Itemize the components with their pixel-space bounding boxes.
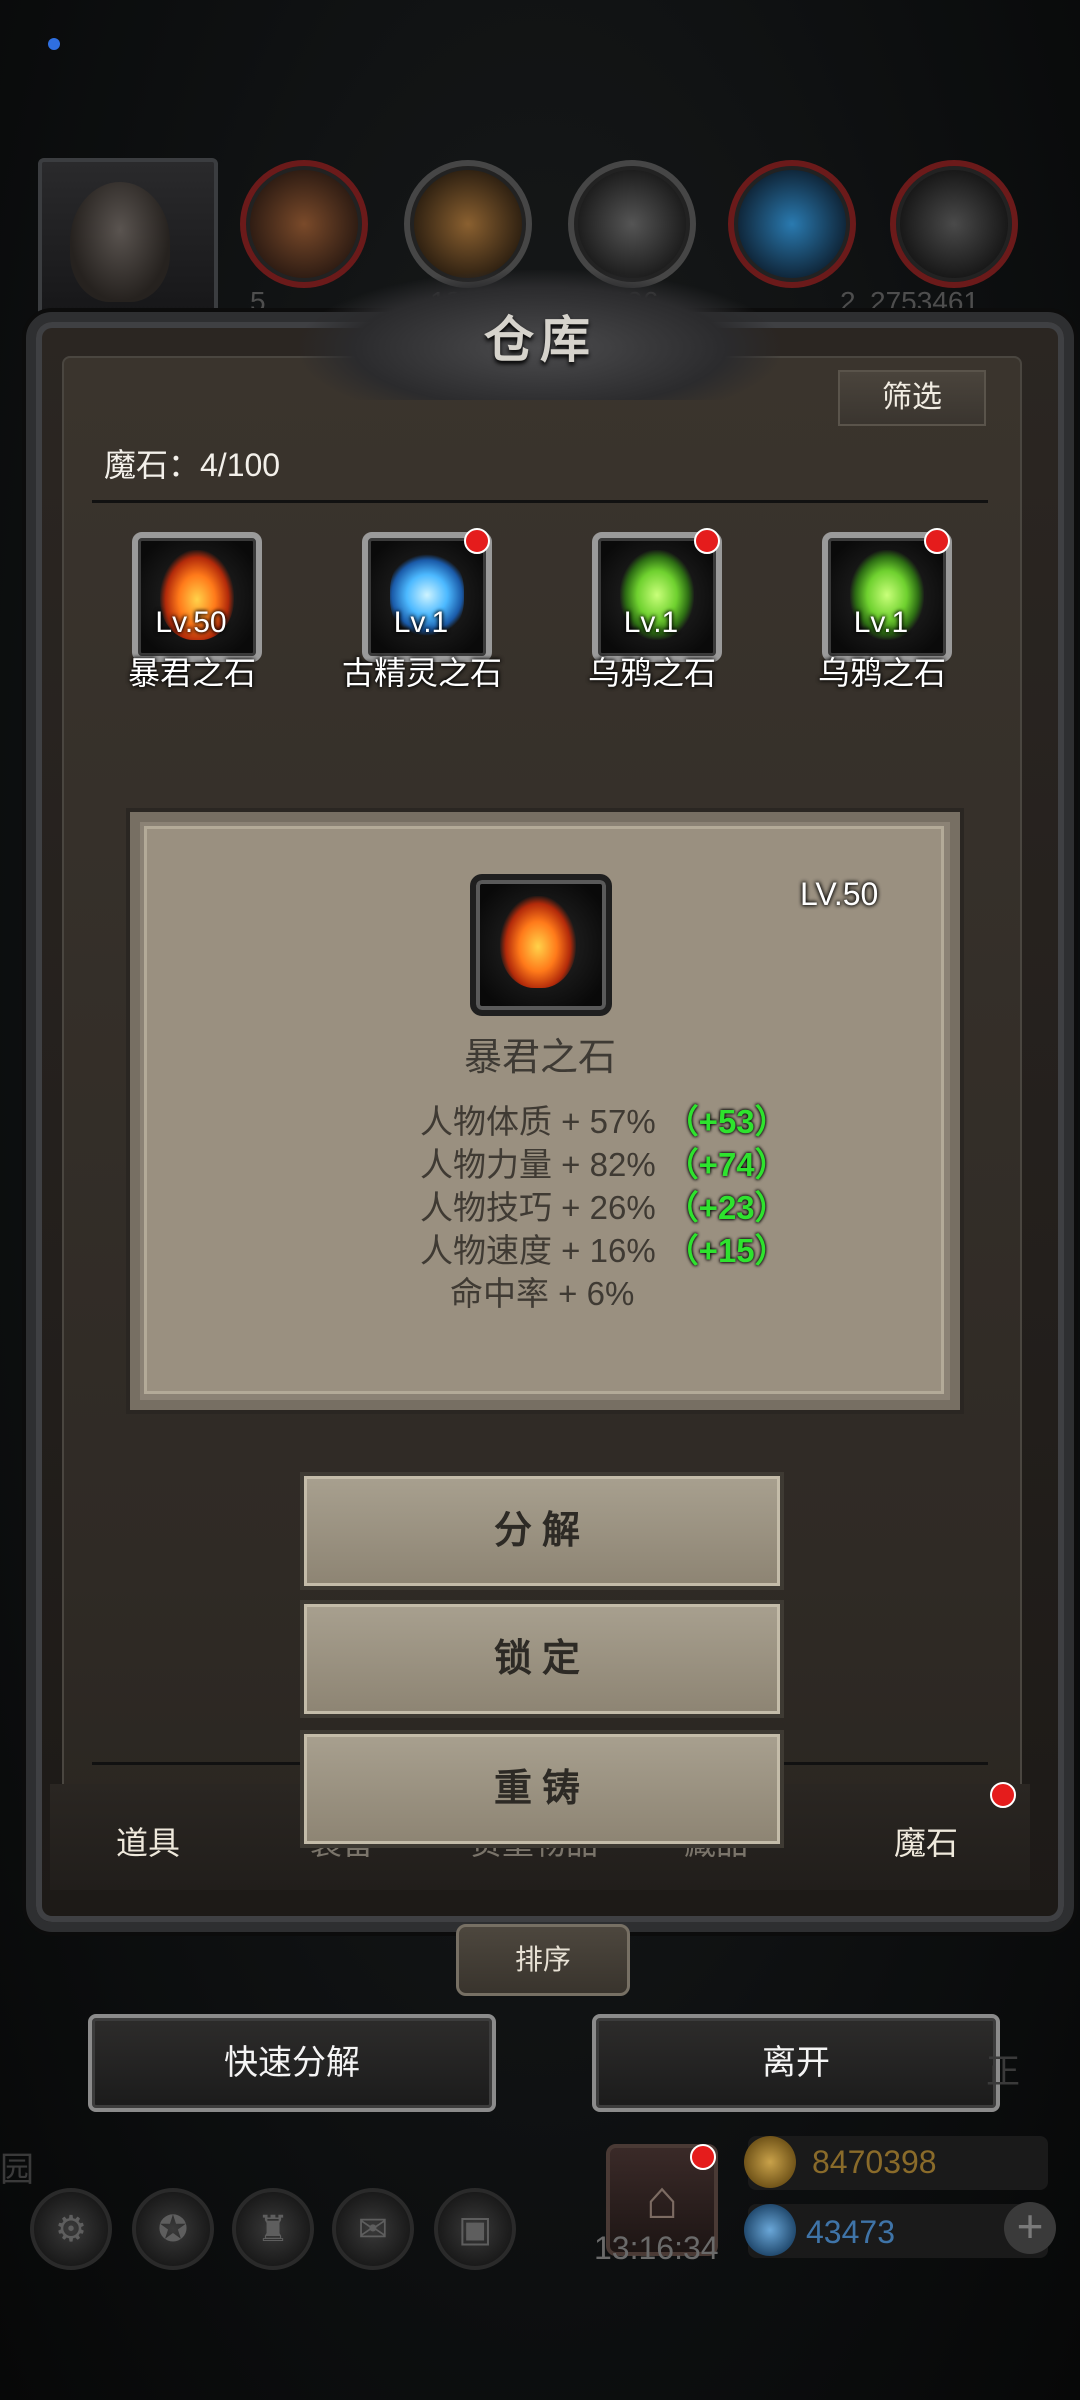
resource-slot-2-icon[interactable]: [404, 160, 532, 288]
item-level: Lv.1: [623, 606, 679, 639]
inventory-item[interactable]: Lv.1 古精灵之石: [322, 528, 502, 691]
new-badge: [464, 528, 490, 554]
quick-decompose-button[interactable]: 快速分解: [88, 2014, 496, 2112]
add-currency-icon[interactable]: +: [1004, 2202, 1056, 2254]
stat-row: 人物技巧 + 26% （+23）: [420, 1186, 788, 1229]
tab-magic-stone[interactable]: 魔石: [894, 1818, 958, 1864]
resource-slot-3-icon[interactable]: [568, 160, 696, 288]
stat-row: 命中率 + 6%: [420, 1272, 788, 1315]
inventory-item[interactable]: Lv.1 乌鸦之石: [782, 528, 952, 691]
mail-icon[interactable]: ✉: [332, 2188, 414, 2270]
item-level: Lv.1: [393, 606, 449, 639]
side-text-left: 园: [0, 2151, 34, 2189]
item-slot: [132, 532, 262, 662]
magic-stone-tab-badge: [990, 1782, 1016, 1808]
stat-bonus: （+23）: [665, 1189, 788, 1226]
stat-list: 人物体质 + 57% （+53） 人物力量 + 82% （+74） 人物技巧 + 2…: [420, 1100, 788, 1315]
decompose-button[interactable]: 分解: [300, 1472, 784, 1590]
stat-text: 人物技巧 + 26%: [420, 1189, 656, 1226]
stat-text: 命中率 + 6%: [450, 1275, 635, 1312]
blue-gem-icon: [744, 2204, 796, 2256]
item-name: 乌鸦之石: [817, 655, 946, 691]
star-badge-icon[interactable]: ✪: [132, 2188, 214, 2270]
status-indicator: [48, 38, 60, 50]
stat-text: 人物力量 + 82%: [420, 1146, 656, 1183]
stat-bonus: （+53）: [665, 1103, 788, 1140]
item-level: Lv.1: [853, 606, 909, 639]
clock: 13:16:34: [594, 2230, 719, 2266]
character-avatar: [70, 182, 170, 302]
gem-amount: 43473: [806, 2214, 895, 2250]
dialog-title: 仓库: [484, 310, 596, 369]
ranking-icon[interactable]: ♜: [232, 2188, 314, 2270]
fire-stone-icon: [500, 896, 576, 988]
stat-bonus: （+74）: [665, 1146, 788, 1183]
item-name: 古精灵之石: [341, 655, 502, 691]
recast-button[interactable]: 重铸: [300, 1730, 784, 1848]
gold-amount: 8470398: [812, 2144, 937, 2180]
settings-gear-icon[interactable]: ⚙: [30, 2188, 112, 2270]
detail-level: LV.50: [800, 876, 879, 912]
gift-badge: [690, 2144, 716, 2170]
box-icon[interactable]: ▣: [434, 2188, 516, 2270]
leave-button[interactable]: 离开: [592, 2014, 1000, 2112]
resource-slot-5-icon[interactable]: [890, 160, 1018, 288]
inventory-item[interactable]: Lv.1 乌鸦之石: [552, 528, 722, 691]
stat-row: 人物体质 + 57% （+53）: [420, 1100, 788, 1143]
new-badge: [924, 528, 950, 554]
stat-bonus: （+15）: [665, 1232, 788, 1269]
resource-slot-4-icon[interactable]: [728, 160, 856, 288]
item-level: Lv.50: [155, 606, 227, 639]
divider-top: [92, 500, 988, 503]
sort-button[interactable]: 排序: [456, 1924, 630, 1996]
gold-coin-icon: [744, 2136, 796, 2188]
new-badge: [694, 528, 720, 554]
tab-items[interactable]: 道具: [116, 1818, 180, 1864]
item-name: 暴君之石: [127, 655, 256, 691]
inventory-item[interactable]: Lv.50 暴君之石: [92, 532, 262, 691]
stat-text: 人物速度 + 16%: [420, 1232, 656, 1269]
lock-button[interactable]: 锁定: [300, 1600, 784, 1718]
filter-button[interactable]: 筛选: [838, 370, 986, 426]
item-name: 乌鸦之石: [587, 655, 716, 691]
stat-row: 人物速度 + 16% （+15）: [420, 1229, 788, 1272]
resource-slot-1-icon[interactable]: [240, 160, 368, 288]
detail-item-name: 暴君之石: [463, 1037, 616, 1079]
stat-row: 人物力量 + 82% （+74）: [420, 1143, 788, 1186]
side-text-right: 正: [986, 2053, 1020, 2091]
stone-count: 魔石：4/100: [104, 447, 281, 483]
stat-text: 人物体质 + 57%: [420, 1103, 656, 1140]
